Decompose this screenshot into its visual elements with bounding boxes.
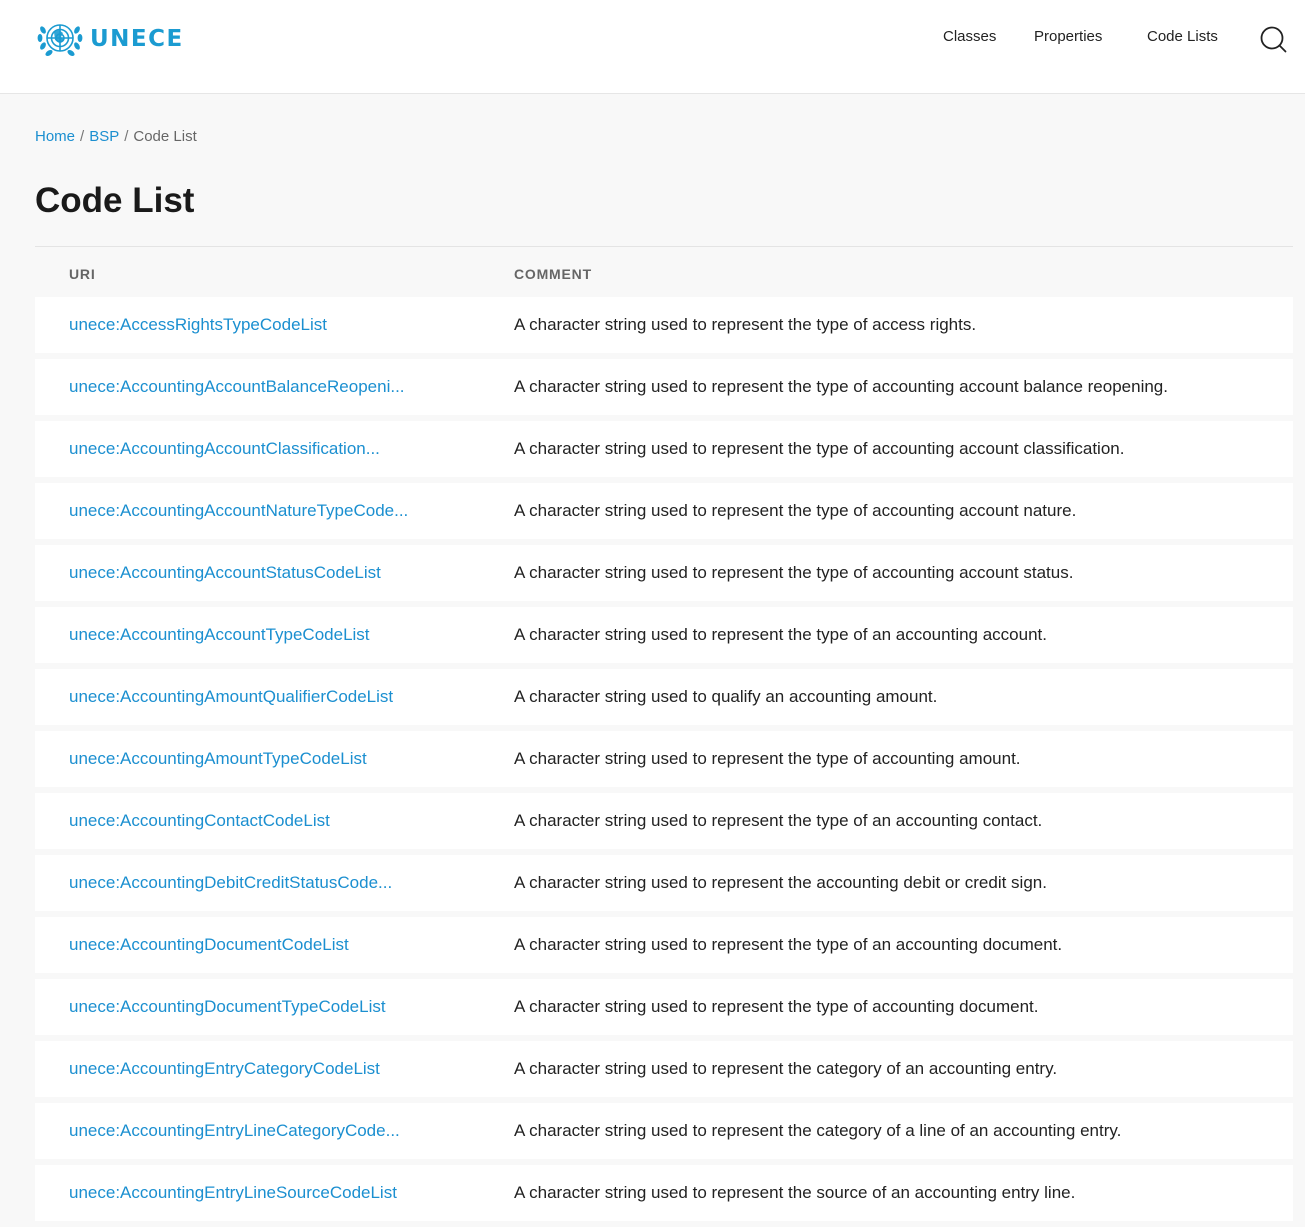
code-list-comment: A character string used to represent the… [514,935,1063,954]
code-list-uri-link[interactable]: unece:AccountingDocumentCodeList [69,935,437,955]
code-list-table: unece:AccessRightsTypeCodeList A characte… [35,297,1293,1227]
code-list-uri-link[interactable]: unece:AccountingEntryLineSourceCodeList [69,1183,437,1203]
code-list-uri-link[interactable]: unece:AccountingAccountClassification... [69,439,437,459]
code-list-uri-link[interactable]: unece:AccountingContactCodeList [69,811,437,831]
table-row: unece:AccountingAccountTypeCodeList A cha… [35,607,1293,663]
code-list-comment: A character string used to represent the… [514,501,1077,520]
table-row: unece:AccountingAmountQualifierCodeList A… [35,669,1293,725]
nav-properties[interactable]: Properties [1034,28,1102,50]
un-emblem-icon [37,24,83,57]
code-list-comment: A character string used to represent the… [514,625,1047,644]
table-row: unece:AccountingEntryLineSourceCodeList A… [35,1165,1293,1221]
table-row: unece:AccountingContactCodeList A charact… [35,793,1293,849]
table-row: unece:AccessRightsTypeCodeList A characte… [35,297,1293,353]
code-list-uri-link[interactable]: unece:AccountingAmountQualifierCodeList [69,687,437,707]
site-header: UNECE Classes Properties Code Lists [0,0,1305,94]
code-list-uri-link[interactable]: unece:AccountingEntryCategoryCodeList [69,1059,437,1079]
nav-classes[interactable]: Classes [943,28,996,50]
table-row: unece:AccountingDocumentTypeCodeList A ch… [35,979,1293,1035]
code-list-uri-link[interactable]: unece:AccountingAccountNatureTypeCode... [69,501,437,521]
page-title: Code List [35,181,195,220]
logo-text: UNECE [90,26,184,52]
column-header-comment: COMMENT [514,266,592,282]
code-list-comment: A character string used to represent the… [514,873,1047,892]
table-row: unece:AccountingDocumentCodeList A charac… [35,917,1293,973]
table-row: unece:AccountingAmountTypeCodeList A char… [35,731,1293,787]
table-row: unece:AccountingAccountStatusCodeList A c… [35,545,1293,601]
code-list-uri-link[interactable]: unece:AccountingAmountTypeCodeList [69,749,437,769]
code-list-uri-link[interactable]: unece:AccountingAccountStatusCodeList [69,563,437,583]
code-list-comment: A character string used to represent the… [514,1059,1058,1078]
code-list-comment: A character string used to represent the… [514,1183,1076,1202]
table-row: unece:AccountingAccountBalanceReopeni...… [35,359,1293,415]
code-list-comment: A character string used to represent the… [514,749,1021,768]
table-row: unece:AccountingEntryLineCategoryCode...… [35,1103,1293,1159]
code-list-comment: A character string used to qualify an ac… [514,687,938,706]
code-list-comment: A character string used to represent the… [514,563,1074,582]
breadcrumb-separator: / [124,128,129,145]
nav-code-lists[interactable]: Code Lists [1147,28,1218,50]
code-list-uri-link[interactable]: unece:AccountingEntryLineCategoryCode... [69,1121,437,1141]
code-list-uri-link[interactable]: unece:AccountingAccountBalanceReopeni... [69,377,437,397]
code-list-uri-link[interactable]: unece:AccountingAccountTypeCodeList [69,625,437,645]
search-icon[interactable] [1259,25,1287,53]
table-row: unece:AccountingEntryCategoryCodeList A c… [35,1041,1293,1097]
code-list-comment: A character string used to represent the… [514,315,977,334]
code-list-uri-link[interactable]: unece:AccountingDebitCreditStatusCode... [69,873,437,893]
table-header: URI COMMENT [35,262,1293,288]
code-list-comment: A character string used to represent the… [514,1121,1122,1140]
divider [35,246,1293,247]
column-header-uri: URI [69,266,96,282]
breadcrumb-current: Code List [133,128,197,145]
code-list-uri-link[interactable]: unece:AccessRightsTypeCodeList [69,315,437,335]
code-list-uri-link[interactable]: unece:AccountingDocumentTypeCodeList [69,997,437,1017]
breadcrumb-separator: / [80,128,85,145]
breadcrumb-home[interactable]: Home [35,128,75,145]
breadcrumb-bsp[interactable]: BSP [89,128,119,145]
breadcrumb: Home / BSP / Code List [35,128,197,145]
table-row: unece:AccountingAccountNatureTypeCode...… [35,483,1293,539]
code-list-comment: A character string used to represent the… [514,811,1043,830]
table-row: unece:AccountingAccountClassification...… [35,421,1293,477]
logo[interactable]: UNECE [35,15,184,63]
code-list-comment: A character string used to represent the… [514,377,1168,396]
code-list-comment: A character string used to represent the… [514,439,1125,458]
code-list-comment: A character string used to represent the… [514,997,1039,1016]
table-row: unece:AccountingDebitCreditStatusCode...… [35,855,1293,911]
